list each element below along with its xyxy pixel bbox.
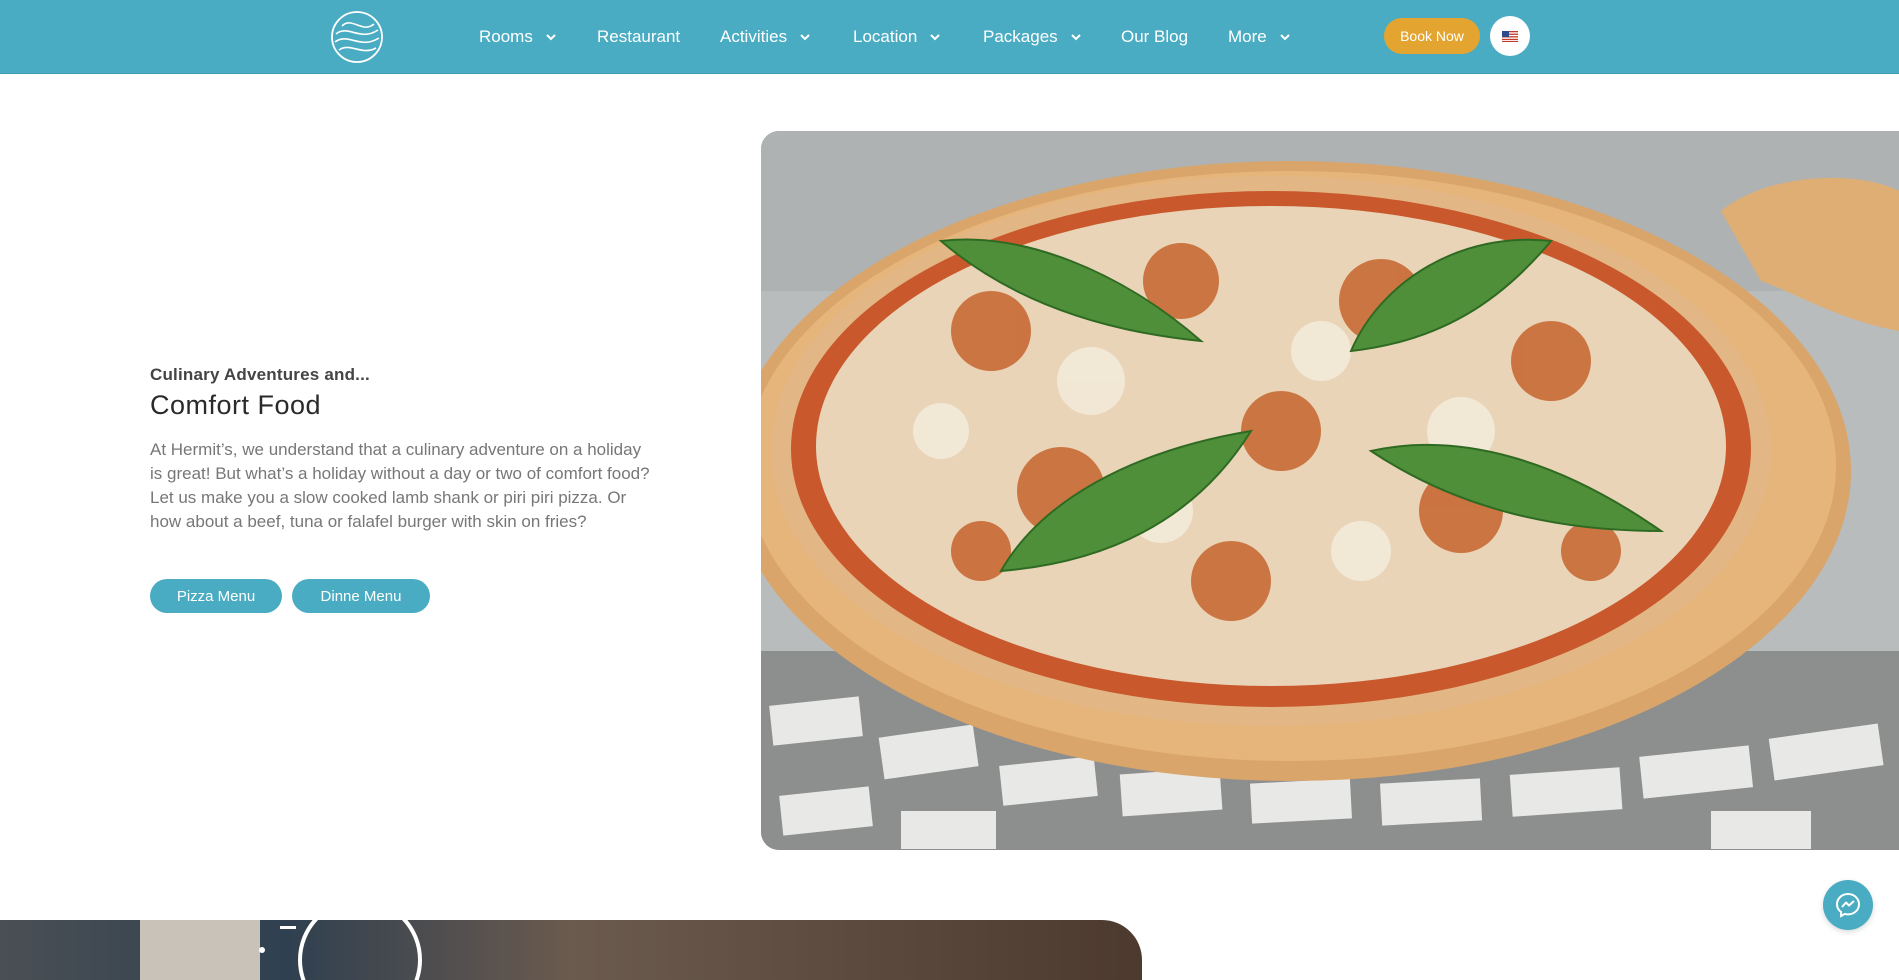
nav-item-label: Activities <box>720 26 788 46</box>
nav-item-rooms[interactable]: Rooms <box>479 0 557 73</box>
book-now-button[interactable]: Book Now <box>1384 18 1480 54</box>
wave-logo-icon <box>331 11 383 63</box>
language-selector[interactable] <box>1490 16 1530 56</box>
section-eyebrow: Culinary Adventures and... <box>150 365 370 384</box>
section-description: At Hermit’s, we understand that a culina… <box>150 440 650 531</box>
nav-item-label: Location <box>853 26 918 46</box>
chat-button[interactable] <box>1823 880 1873 930</box>
nav-item-more[interactable]: More <box>1228 0 1291 73</box>
chevron-down-icon <box>800 33 810 40</box>
nav-item-restaurant[interactable]: Restaurant <box>597 0 680 73</box>
nav-item-label: Our Blog <box>1121 26 1189 46</box>
nav-item-activities[interactable]: Activities <box>720 0 811 73</box>
chevron-down-icon <box>546 33 556 40</box>
pizza-photo <box>761 131 1899 850</box>
nav-item-location[interactable]: Location <box>853 0 941 73</box>
messenger-icon <box>1835 892 1861 918</box>
chevron-down-icon <box>1280 33 1290 40</box>
nav-item-label: Packages <box>983 26 1058 46</box>
bottom-photo <box>0 920 1142 980</box>
pizza-menu-button[interactable]: Pizza Menu <box>150 579 282 613</box>
logo[interactable] <box>330 10 384 64</box>
us-flag-icon <box>1502 30 1518 42</box>
dinner-menu-button[interactable]: Dinne Menu <box>292 579 430 613</box>
nav-item-label: Restaurant <box>597 26 681 46</box>
chevron-down-icon <box>930 33 940 40</box>
nav-item-label: Rooms <box>479 26 533 46</box>
nav-item-packages[interactable]: Packages <box>983 0 1082 73</box>
header-bar: Rooms Restaurant Activities Location Pac… <box>0 0 1899 74</box>
nav-item-blog[interactable]: Our Blog <box>1121 0 1188 73</box>
nav-item-label: More <box>1228 26 1267 46</box>
chevron-down-icon <box>1070 33 1081 40</box>
section-title: Comfort Food <box>150 390 322 420</box>
